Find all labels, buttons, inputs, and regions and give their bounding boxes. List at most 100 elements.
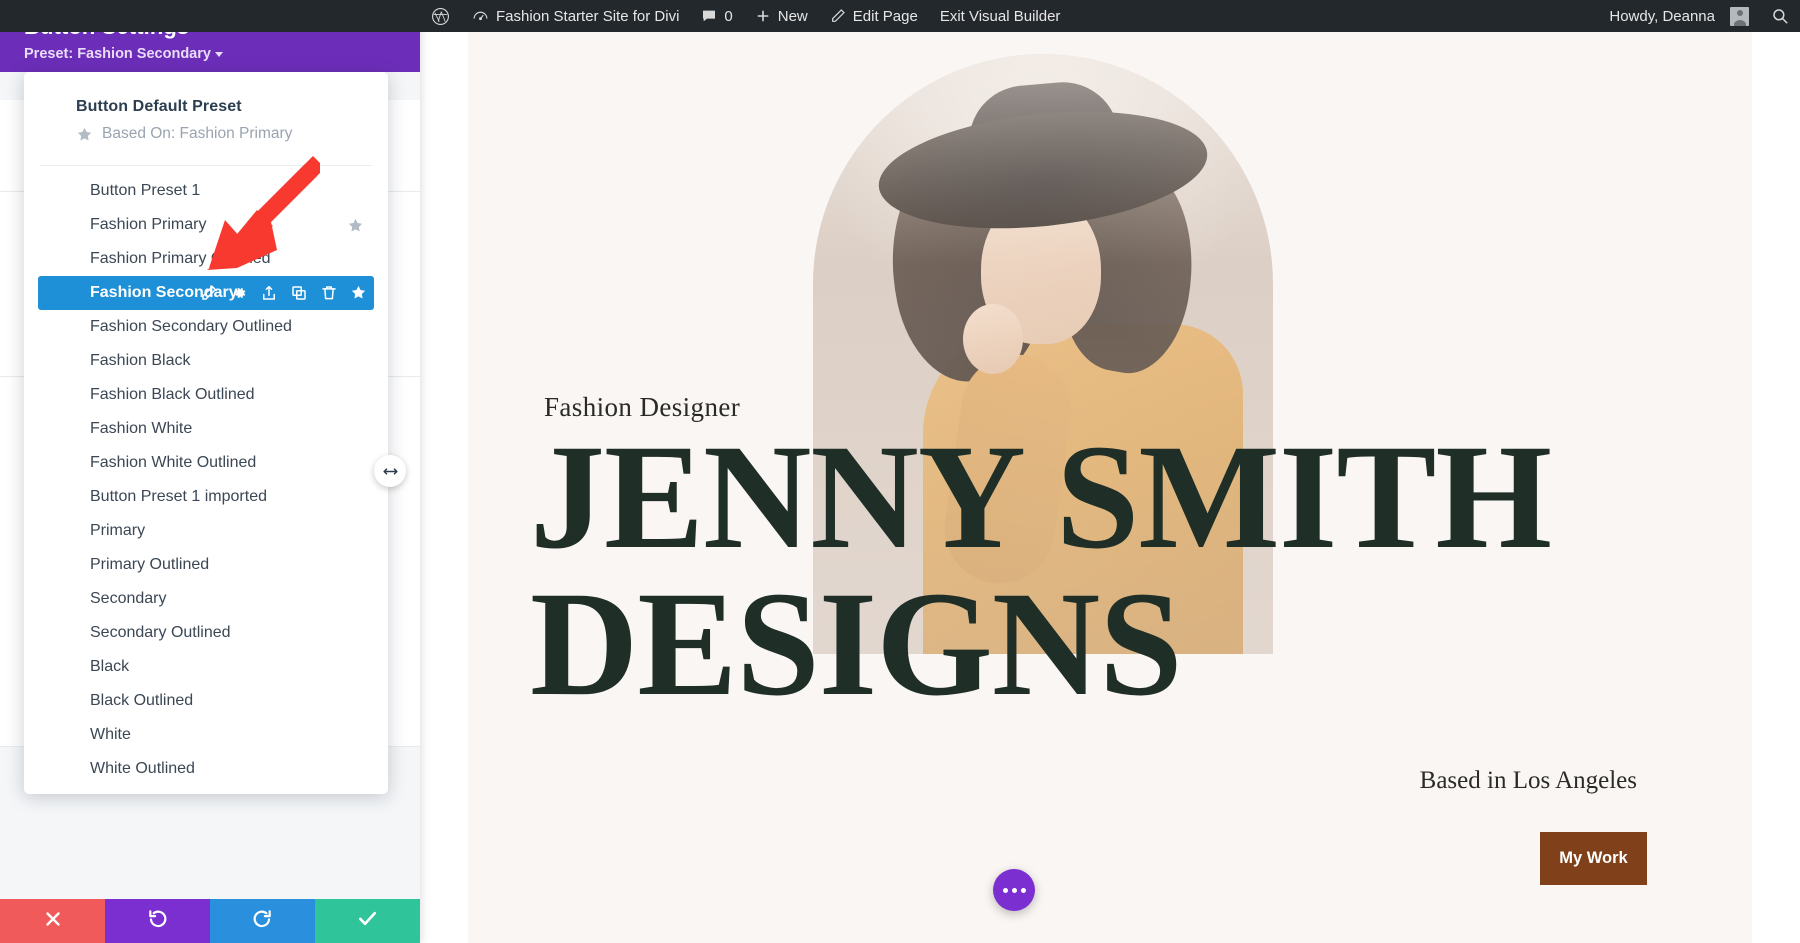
preset-item-primary-outlined[interactable]: Primary Outlined — [38, 548, 374, 582]
canvas-right-gutter — [1752, 32, 1800, 943]
preset-item-label: Fashion Black — [90, 352, 191, 370]
preset-item-label: White — [90, 726, 131, 744]
preset-item-primary[interactable]: Primary — [38, 514, 374, 548]
preset-item-label: Secondary Outlined — [90, 624, 231, 642]
preset-item-label: Button Preset 1 imported — [90, 488, 267, 506]
preset-row-actions — [200, 276, 368, 310]
preset-item-label: Primary Outlined — [90, 556, 209, 574]
preset-item-label: Fashion White Outlined — [90, 454, 256, 472]
fab-dot — [1021, 888, 1026, 893]
my-work-button[interactable]: My Work — [1540, 832, 1647, 885]
admin-bar-left-spacer — [0, 0, 420, 32]
delete-trash-icon[interactable] — [320, 284, 338, 302]
preset-item-fashion-secondary-outlined[interactable]: Fashion Secondary Outlined — [38, 310, 374, 344]
howdy-account-menu[interactable]: Howdy, Deanna — [1598, 0, 1760, 32]
preset-item-label: Fashion Secondary Outlined — [90, 318, 292, 336]
fab-dot — [1012, 888, 1017, 893]
settings-gear-icon[interactable] — [230, 284, 248, 302]
search-icon — [1771, 7, 1789, 25]
preset-item-black-outlined[interactable]: Black Outlined — [38, 684, 374, 718]
close-x-icon — [42, 908, 64, 935]
hero-location-text: Based in Los Angeles — [1420, 767, 1637, 795]
preset-item-button-preset-1[interactable]: Button Preset 1 — [38, 174, 374, 208]
dashboard-icon — [472, 8, 489, 25]
preset-item-fashion-black[interactable]: Fashion Black — [38, 344, 374, 378]
site-name-button[interactable]: Fashion Starter Site for Divi — [461, 0, 690, 32]
preset-item-black[interactable]: Black — [38, 650, 374, 684]
wp-admin-bar: Fashion Starter Site for Divi 0 New Edit… — [0, 0, 1800, 32]
preset-item-fashion-primary-outlined[interactable]: Fashion Primary Outlined — [38, 242, 374, 276]
preset-item-label: Fashion Primary Outlined — [90, 250, 271, 268]
comments-count: 0 — [724, 8, 732, 25]
preset-item-fashion-white[interactable]: Fashion White — [38, 412, 374, 446]
exit-visual-builder-label: Exit Visual Builder — [940, 8, 1061, 25]
panel-action-bar — [0, 899, 420, 943]
preset-item-fashion-black-outlined[interactable]: Fashion Black Outlined — [38, 378, 374, 412]
redo-button[interactable] — [210, 899, 315, 943]
wordpress-icon — [431, 7, 450, 26]
set-default-star-icon[interactable] — [350, 284, 368, 302]
wp-logo-button[interactable] — [420, 0, 461, 32]
pencil-icon — [830, 8, 846, 24]
export-upload-icon[interactable] — [260, 284, 278, 302]
comments-button[interactable]: 0 — [690, 0, 743, 32]
preset-item-label: Fashion Primary — [90, 216, 206, 234]
rename-pencil-icon[interactable] — [200, 284, 218, 302]
chevron-down-icon — [215, 52, 223, 57]
plus-icon — [755, 8, 771, 24]
preset-dropdown-menu: Button Default Preset Based On: Fashion … — [24, 72, 388, 794]
preset-item-label: Fashion Black Outlined — [90, 386, 255, 404]
default-preset-block[interactable]: Button Default Preset Based On: Fashion … — [24, 86, 388, 159]
comment-bubble-icon — [701, 8, 717, 24]
preset-selector-label: Preset: Fashion Secondary — [24, 46, 211, 62]
hero-headline: JENNY SMITH DESIGNS — [530, 424, 1690, 718]
hero-section: Fashion Designer JENNY SMITH DESIGNS Bas… — [468, 32, 1752, 943]
preset-item-label: White Outlined — [90, 760, 195, 778]
dropdown-divider — [40, 165, 372, 166]
site-name-label: Fashion Starter Site for Divi — [496, 8, 679, 25]
preset-item-label: Black Outlined — [90, 692, 193, 710]
cancel-button[interactable] — [0, 899, 105, 943]
new-content-button[interactable]: New — [744, 0, 819, 32]
preset-item-button-preset-1-imported[interactable]: Button Preset 1 imported — [38, 480, 374, 514]
redo-arrow-icon — [251, 907, 274, 935]
admin-bar-right-group: Howdy, Deanna — [1598, 0, 1800, 32]
canvas-left-gutter — [420, 32, 468, 943]
horizontal-resize-icon[interactable] — [374, 455, 406, 487]
default-preset-based-on-label: Based On: Fashion Primary — [102, 125, 292, 143]
preset-item-secondary-outlined[interactable]: Secondary Outlined — [38, 616, 374, 650]
default-preset-star-icon[interactable] — [347, 217, 364, 234]
checkmark-icon — [356, 907, 379, 935]
preset-item-fashion-white-outlined[interactable]: Fashion White Outlined — [38, 446, 374, 480]
default-preset-title: Button Default Preset — [24, 92, 388, 116]
page-canvas: Fashion Designer JENNY SMITH DESIGNS Bas… — [420, 32, 1800, 943]
save-button[interactable] — [315, 899, 420, 943]
fab-dot — [1003, 888, 1008, 893]
new-content-label: New — [778, 8, 808, 25]
default-preset-based-on: Based On: Fashion Primary — [24, 116, 388, 145]
edit-page-label: Edit Page — [853, 8, 918, 25]
edit-page-button[interactable]: Edit Page — [819, 0, 929, 32]
preset-item-fashion-primary[interactable]: Fashion Primary — [38, 208, 374, 242]
star-icon — [76, 126, 93, 143]
undo-arrow-icon — [146, 907, 169, 935]
preset-list: Button Preset 1 Fashion Primary Fashion P… — [24, 174, 388, 786]
search-button[interactable] — [1760, 0, 1800, 32]
preset-item-secondary[interactable]: Secondary — [38, 582, 374, 616]
preset-item-white[interactable]: White — [38, 718, 374, 752]
preset-selector[interactable]: Preset: Fashion Secondary — [24, 46, 223, 62]
button-settings-panel: er Button Settings Preset: Fashion Secon… — [0, 0, 420, 943]
ellipsis-icon[interactable] — [993, 869, 1035, 911]
avatar-icon — [1730, 7, 1749, 26]
howdy-label: Howdy, Deanna — [1609, 8, 1715, 25]
preset-item-white-outlined[interactable]: White Outlined — [38, 752, 374, 786]
exit-visual-builder-button[interactable]: Exit Visual Builder — [929, 0, 1072, 32]
preset-item-label: Fashion White — [90, 420, 192, 438]
preset-item-label: Button Preset 1 — [90, 182, 200, 200]
preset-item-label: Black — [90, 658, 129, 676]
duplicate-icon[interactable] — [290, 284, 308, 302]
preset-item-label: Secondary — [90, 590, 167, 608]
preset-item-label: Primary — [90, 522, 145, 540]
preset-item-fashion-secondary[interactable]: Fashion Secondary — [38, 276, 374, 310]
undo-button[interactable] — [105, 899, 210, 943]
